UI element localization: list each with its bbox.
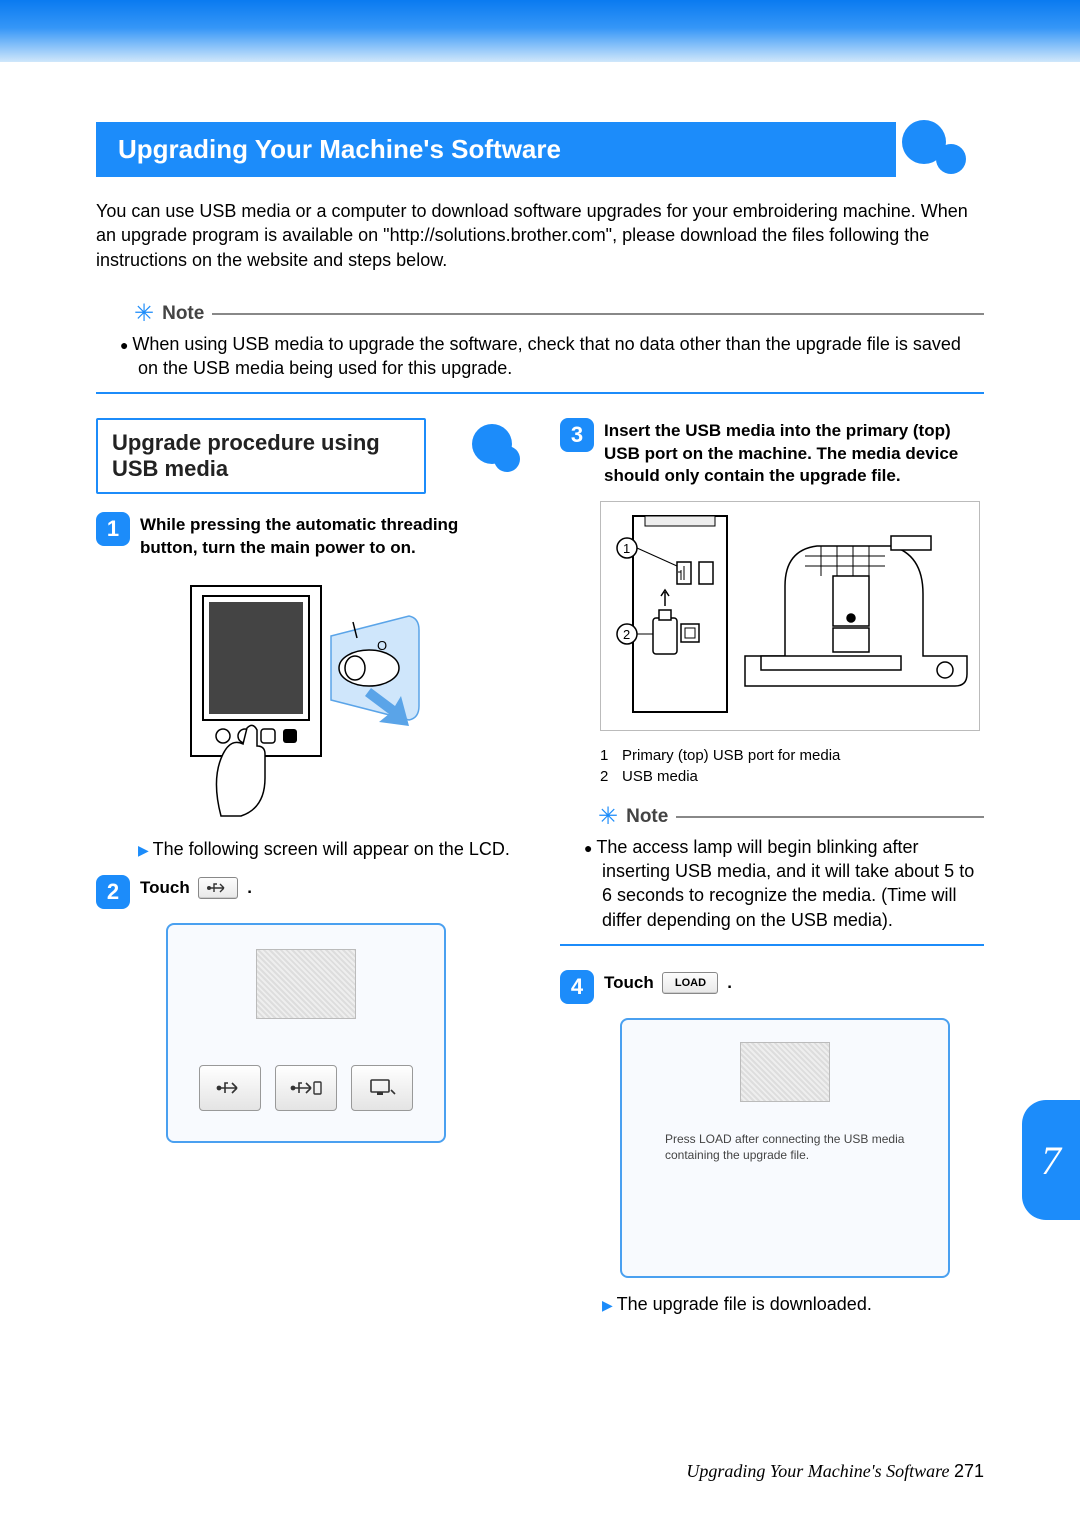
callout-list: 1Primary (top) USB port for media 2USB m… bbox=[600, 745, 984, 787]
step-1: 1 While pressing the automatic threading… bbox=[96, 512, 520, 558]
sub-heading: Upgrade procedure using USB media bbox=[96, 418, 426, 494]
lcd-machine-graphic bbox=[740, 1042, 830, 1102]
note-body: The access lamp will begin blinking afte… bbox=[560, 835, 984, 932]
step-4: 4 Touch LOAD . bbox=[560, 970, 984, 1004]
step-number: 4 bbox=[560, 970, 594, 1004]
left-column: Upgrade procedure using USB media 1 Whil… bbox=[96, 418, 520, 1330]
step-text: Insert the USB media into the primary (t… bbox=[604, 418, 984, 486]
top-gradient-bar bbox=[0, 0, 1080, 62]
footer-title: Upgrading Your Machine's Software bbox=[686, 1461, 949, 1481]
illustration-lcd-buttons bbox=[166, 923, 446, 1143]
arrow-note-1: The following screen will appear on the … bbox=[156, 837, 520, 861]
load-button[interactable]: LOAD bbox=[662, 972, 718, 994]
step-text: Touch LOAD . bbox=[604, 970, 732, 1004]
note-box-1: ✳ Note When using USB media to upgrade t… bbox=[96, 302, 984, 395]
page-footer: Upgrading Your Machine's Software 271 bbox=[686, 1461, 984, 1482]
step-text: Touch . bbox=[140, 875, 252, 909]
step-3: 3 Insert the USB media into the primary … bbox=[560, 418, 984, 486]
note-box-2: ✳ Note The access lamp will begin blinki… bbox=[560, 805, 984, 946]
chapter-tab: 7 bbox=[1022, 1100, 1080, 1220]
illustration-load-screen: Press LOAD after connecting the USB medi… bbox=[620, 1018, 950, 1278]
note-label: Note bbox=[162, 303, 204, 325]
note-label: Note bbox=[626, 806, 668, 828]
step-number: 2 bbox=[96, 875, 130, 909]
intro-paragraph: You can use USB media or a computer to d… bbox=[96, 199, 984, 272]
heading-bubble-decor bbox=[902, 120, 966, 180]
lcd-usb-button-2[interactable] bbox=[275, 1065, 337, 1111]
step-text: While pressing the automatic threading b… bbox=[140, 512, 520, 558]
step-number: 1 bbox=[96, 512, 130, 546]
arrow-note-2: The upgrade file is downloaded. bbox=[620, 1292, 984, 1316]
footer-page-number: 271 bbox=[954, 1461, 984, 1481]
step-number: 3 bbox=[560, 418, 594, 452]
step-2: 2 Touch . bbox=[96, 875, 520, 909]
note-body: When using USB media to upgrade the soft… bbox=[96, 332, 984, 381]
note-burst-icon: ✳ bbox=[598, 805, 618, 829]
svg-text:O: O bbox=[377, 638, 387, 653]
usb-icon-button[interactable] bbox=[198, 877, 238, 899]
main-heading-wrap: Upgrading Your Machine's Software bbox=[96, 122, 984, 177]
lcd-message: Press LOAD after connecting the USB medi… bbox=[665, 1132, 905, 1163]
right-column: 3 Insert the USB media into the primary … bbox=[560, 418, 984, 1330]
sub-heading-text: Upgrade procedure using USB media bbox=[112, 430, 380, 481]
illustration-power-on: O bbox=[156, 573, 426, 823]
illustration-usb-insert: 1 2 bbox=[600, 501, 980, 731]
svg-text:1: 1 bbox=[623, 541, 630, 556]
note-burst-icon: ✳ bbox=[134, 302, 154, 326]
lcd-pc-button[interactable] bbox=[351, 1065, 413, 1111]
lcd-usb-button-1[interactable] bbox=[199, 1065, 261, 1111]
lcd-machine-graphic bbox=[256, 949, 356, 1019]
svg-text:2: 2 bbox=[623, 627, 630, 642]
main-heading: Upgrading Your Machine's Software bbox=[96, 122, 896, 177]
